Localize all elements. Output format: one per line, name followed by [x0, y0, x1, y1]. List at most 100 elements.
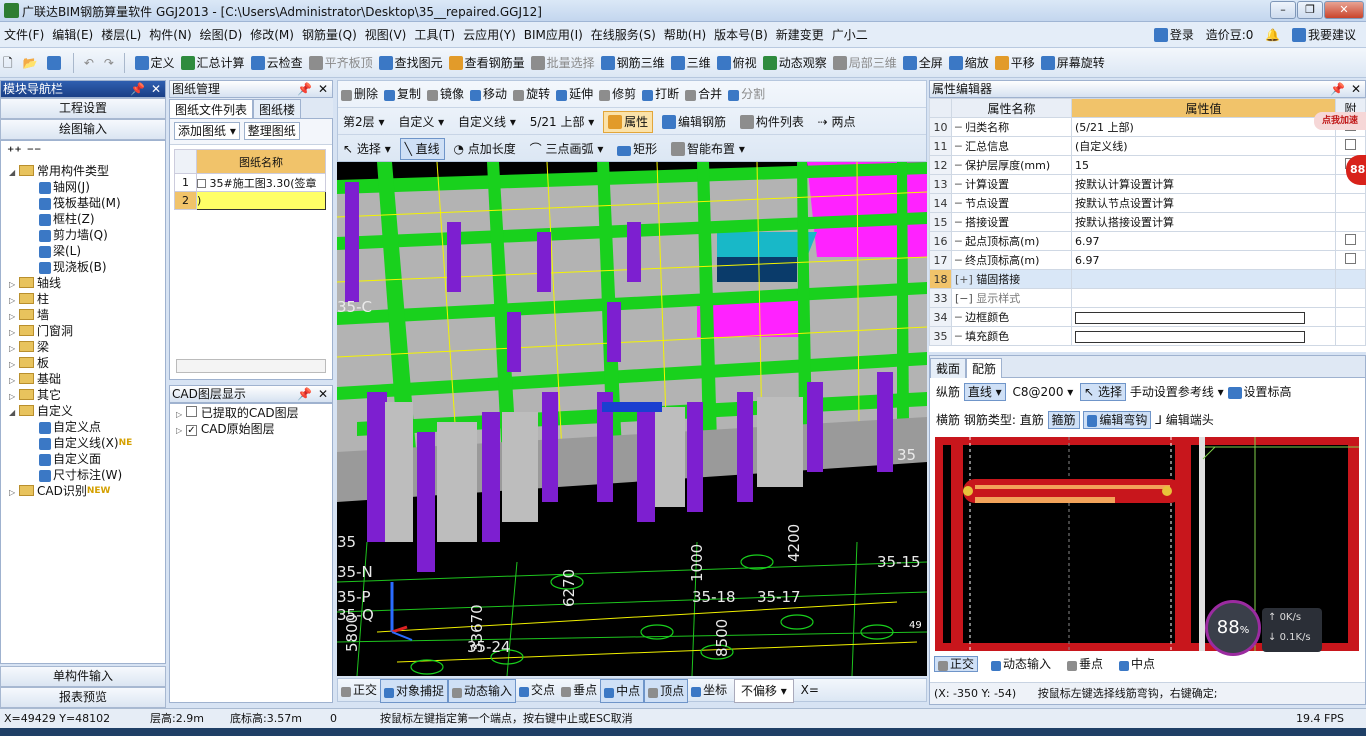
- rebar-snap-2[interactable]: 垂点: [1064, 657, 1106, 671]
- open-file-icon[interactable]: 📂: [19, 48, 40, 78]
- tree-folder[interactable]: ▷ 轴线: [9, 275, 165, 291]
- report-preview-button[interactable]: 报表预览: [0, 687, 166, 708]
- add-drawing-button[interactable]: 添加图纸 ▾: [174, 122, 240, 140]
- pin-icon[interactable]: 📌: [297, 386, 312, 402]
- menu-item-3[interactable]: 构件(N): [145, 22, 195, 48]
- close-icon[interactable]: ✕: [151, 81, 161, 97]
- menu-item-10[interactable]: BIM应用(I): [520, 22, 587, 48]
- new-file-icon[interactable]: 🗋: [0, 48, 16, 78]
- edit-tool-6[interactable]: 修剪: [596, 81, 639, 107]
- toolbar-button-15[interactable]: 屏幕旋转: [1038, 48, 1108, 78]
- snap-toggle-1[interactable]: 对象捕捉: [380, 679, 449, 703]
- tab-section[interactable]: 截面: [930, 358, 967, 378]
- toolbar-button-4[interactable]: 查找图元: [376, 48, 446, 78]
- line-tool[interactable]: ╲ 直线: [399, 138, 445, 160]
- minimize-button[interactable]: –: [1270, 1, 1296, 19]
- property-row[interactable]: 14 ─ 节点设置 按默认节点设置计算: [929, 193, 1366, 213]
- toolbar-button-9[interactable]: 俯视: [714, 48, 760, 78]
- pin-icon[interactable]: 📌: [1330, 81, 1345, 97]
- tree-item[interactable]: 轴网(J): [9, 179, 165, 195]
- property-row[interactable]: 15 ─ 搭接设置 按默认搭接设置计算: [929, 212, 1366, 232]
- rebar-snap-1[interactable]: 动态输入: [988, 657, 1054, 671]
- undo-icon[interactable]: ↶: [81, 48, 97, 78]
- property-row[interactable]: 33 [−] 显示样式: [929, 288, 1366, 308]
- property-row[interactable]: 10 ─ 归类名称 (5/21 上部): [929, 117, 1366, 137]
- tree-item[interactable]: 尺寸标注(W): [9, 467, 165, 483]
- close-icon[interactable]: ✕: [1351, 81, 1361, 97]
- menu-item-14[interactable]: 新建变更: [772, 22, 828, 48]
- toolbar-button-1[interactable]: 汇总计算: [178, 48, 248, 78]
- set-height-button[interactable]: 设置标高: [1227, 385, 1292, 399]
- menu-item-7[interactable]: 视图(V): [361, 22, 411, 48]
- tree-item[interactable]: 梁(L): [9, 243, 165, 259]
- tree-folder[interactable]: ◢ 常用构件类型: [9, 163, 165, 179]
- menu-item-12[interactable]: 帮助(H): [660, 22, 710, 48]
- project-settings-button[interactable]: 工程设置: [0, 98, 166, 119]
- snap-toggle-4[interactable]: 垂点: [558, 679, 600, 701]
- property-row[interactable]: 16 ─ 起点顶标高(m) 6.97: [929, 231, 1366, 251]
- floor-select[interactable]: 第2层 ▾: [338, 111, 389, 133]
- rebar-snap-3[interactable]: 中点: [1116, 657, 1158, 671]
- property-row[interactable]: 18 [+] 锚固搭接: [929, 269, 1366, 289]
- edit-tool-5[interactable]: 延伸: [553, 81, 596, 107]
- property-row[interactable]: 17 ─ 终点顶标高(m) 6.97: [929, 250, 1366, 270]
- arrange-drawings-button[interactable]: 整理图纸: [243, 122, 300, 140]
- tree-item[interactable]: 剪力墙(Q): [9, 227, 165, 243]
- snap-toggle-7[interactable]: 坐标: [688, 679, 730, 701]
- edit-bend-button[interactable]: 编辑弯钩: [1083, 411, 1152, 429]
- tab-drawing-floor[interactable]: 图纸楼: [253, 99, 302, 118]
- toolbar-button-10[interactable]: 动态观察: [760, 48, 830, 78]
- redo-icon[interactable]: ↷: [101, 48, 117, 78]
- component-select[interactable]: 5/21 上部 ▾: [525, 111, 600, 133]
- pin-icon[interactable]: 📌: [297, 81, 312, 97]
- accelerate-number[interactable]: 88: [1346, 155, 1366, 185]
- menu-item-9[interactable]: 云应用(Y): [459, 22, 520, 48]
- layer-original[interactable]: ▷ ✓ CAD原始图层: [176, 422, 326, 438]
- toolbar-button-13[interactable]: 缩放: [946, 48, 992, 78]
- edit-tool-7[interactable]: 打断: [639, 81, 682, 107]
- tree-folder[interactable]: ▷ 门窗洞: [9, 323, 165, 339]
- smart-layout-tool[interactable]: 智能布置 ▾: [666, 138, 750, 160]
- component-list-button[interactable]: 构件列表: [735, 111, 809, 133]
- drawing-viewport[interactable]: 35-C 35-N 35-P 35-Q 35-18 35-17 35-24 35…: [337, 162, 927, 676]
- tree-folder[interactable]: ◢ 自定义: [9, 403, 165, 419]
- toolbar-button-12[interactable]: 全屏: [900, 48, 946, 78]
- tree-folder[interactable]: ▷ 基础: [9, 371, 165, 387]
- table-row[interactable]: 1 35#施工图3.30(签章: [174, 173, 326, 192]
- suggest-button[interactable]: 我要建议: [1288, 22, 1360, 48]
- menu-item-6[interactable]: 钢筋量(Q): [298, 22, 361, 48]
- horizontal-scrollbar[interactable]: [176, 359, 326, 373]
- toolbar-button-6[interactable]: 批量选择: [528, 48, 598, 78]
- toolbar-button-5[interactable]: 查看钢筋量: [446, 48, 528, 78]
- menu-item-8[interactable]: 工具(T): [410, 22, 459, 48]
- manual-reference-select[interactable]: 手动设置参考线 ▾: [1130, 385, 1224, 399]
- property-row[interactable]: 12 ─ 保护层厚度(mm) 15: [929, 155, 1366, 175]
- memory-gauge[interactable]: 88%: [1205, 600, 1261, 656]
- attach-checkbox[interactable]: [1345, 253, 1356, 264]
- rebar-spec-select[interactable]: C8@200 ▾: [1010, 384, 1077, 400]
- menu-item-1[interactable]: 编辑(E): [48, 22, 97, 48]
- toolbar-button-3[interactable]: 平齐板顶: [306, 48, 376, 78]
- price-beans[interactable]: 造价豆:0: [1202, 22, 1258, 48]
- color-swatch[interactable]: [1075, 330, 1305, 343]
- close-icon[interactable]: ✕: [318, 81, 328, 97]
- rebar-snap-0[interactable]: 正交: [934, 656, 979, 672]
- tree-expand-collapse[interactable]: ⁺⁺ ⁻⁻: [1, 141, 165, 163]
- tree-folder[interactable]: ▷ 柱: [9, 291, 165, 307]
- tree-item[interactable]: 筏板基础(M): [9, 195, 165, 211]
- close-button[interactable]: ✕: [1324, 1, 1364, 19]
- restore-button[interactable]: ❐: [1297, 1, 1323, 19]
- edit-tool-4[interactable]: 旋转: [510, 81, 553, 107]
- edit-tool-8[interactable]: 合并: [682, 81, 725, 107]
- rebar-select-tool[interactable]: ↖ 选择: [1080, 383, 1127, 401]
- menu-item-0[interactable]: 文件(F): [0, 22, 48, 48]
- select-tool[interactable]: ↖ 选择 ▾: [338, 138, 396, 160]
- edit-tool-9[interactable]: 分割: [725, 81, 768, 107]
- notification-bell-icon[interactable]: 🔔: [1261, 22, 1284, 48]
- pin-icon[interactable]: 📌: [130, 81, 145, 97]
- tree-folder[interactable]: ▷ 梁: [9, 339, 165, 355]
- edit-tool-2[interactable]: 镜像: [424, 81, 467, 107]
- table-row[interactable]: 2): [174, 191, 326, 210]
- tree-folder[interactable]: ▷ CAD识别NEW: [9, 483, 165, 499]
- tree-item[interactable]: 现浇板(B): [9, 259, 165, 275]
